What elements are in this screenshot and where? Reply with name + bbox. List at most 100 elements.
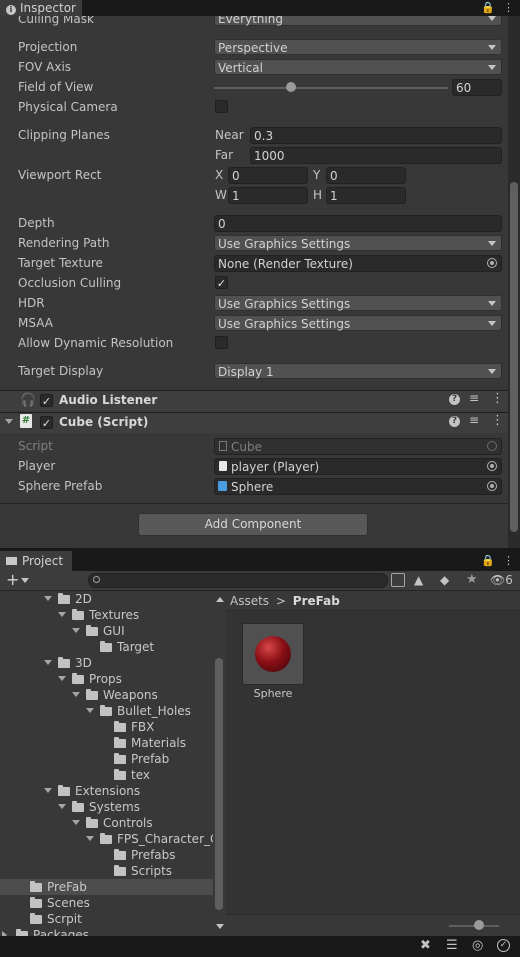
shapes-filter-icon[interactable]: ▲ [414,573,423,587]
fov-slider-knob[interactable] [286,82,297,92]
status-bug-icon[interactable]: ✖ [420,938,431,953]
search-input[interactable] [88,573,388,588]
foldout-expanded-icon[interactable] [58,804,66,809]
allow-dynamic-resolution-checkbox[interactable] [215,336,228,349]
tree-item[interactable]: Textures [0,607,213,623]
tree-item[interactable]: Systems [0,799,213,815]
tree-item[interactable]: Materials [0,735,213,751]
fov-axis-dropdown[interactable]: Vertical [214,59,502,75]
cube-script-foldout-icon[interactable] [5,419,13,424]
fov-value-field[interactable]: 60 [452,79,502,96]
project-lock-icon[interactable]: 🔒 [481,554,495,567]
lock-icon-front[interactable]: 🔒 [481,1,495,14]
tree-item[interactable]: tex [0,767,213,783]
target-display-label: Target Display [18,364,104,378]
tab-inspector-front[interactable]: i Inspector [0,0,82,16]
breadcrumb-assets[interactable]: Assets [230,594,269,608]
create-dropdown-arrow[interactable] [21,578,29,583]
foldout-expanded-icon[interactable] [86,708,94,713]
project-kebab-icon[interactable]: ⋮ [503,554,514,567]
tree-item[interactable]: Extensions [0,783,213,799]
occlusion-culling-checkbox[interactable]: ✓ [215,276,228,290]
foldout-expanded-icon[interactable] [44,660,52,665]
tree-item[interactable]: Props [0,671,213,687]
tree-item[interactable]: Packages [0,927,213,936]
projection-dropdown[interactable]: Perspective [214,39,502,55]
tree-item[interactable]: FPS_Character_C [0,831,213,847]
sphere-prefab-picker-icon[interactable] [487,481,497,491]
player-field[interactable]: player (Player) [214,458,502,475]
hidden-packages-toggle[interactable]: 👁6 [490,572,513,588]
inspector-scrollbar-thumb[interactable] [510,182,518,532]
zoom-slider-knob[interactable] [474,920,484,930]
foldout-expanded-icon[interactable] [44,788,52,793]
create-plus-icon[interactable]: + [6,571,19,589]
tree-item[interactable]: Scenes [0,895,213,911]
tree-scroll-up-arrow[interactable] [216,597,224,602]
tree-scrollbar-thumb[interactable] [215,658,223,910]
help-icon-2[interactable]: ? [449,416,460,427]
label-tag-icon[interactable]: ◆ [440,573,449,587]
kebab-menu-icon-front[interactable]: ⋮ [503,1,514,14]
component-menu-icon[interactable]: ⋮ [491,391,504,406]
viewport-y-field[interactable]: 0 [326,167,406,184]
favorites-star-icon[interactable]: ★ [466,572,478,587]
player-field-value: player (Player) [231,460,320,474]
folder-icon [58,785,70,796]
search-by-type-icon[interactable] [391,573,405,587]
tree-item[interactable]: 2D [0,591,213,607]
foldout-expanded-icon[interactable] [58,676,66,681]
target-texture-field[interactable]: None (Render Texture) [214,255,502,272]
tree-item[interactable]: PreFab [0,879,213,895]
audio-listener-enable-checkbox[interactable]: ✓ [40,394,53,408]
target-display-dropdown[interactable]: Display 1 [214,363,502,379]
breadcrumb-prefab[interactable]: PreFab [293,594,340,608]
tree-item[interactable]: Target [0,639,213,655]
tree-item[interactable]: 3D [0,655,213,671]
foldout-expanded-icon[interactable] [58,612,66,617]
tree-scroll-down-arrow[interactable] [216,924,224,929]
status-check-icon[interactable]: ✓ [497,939,510,952]
near-field[interactable]: 0.3 [250,127,502,144]
foldout-expanded-icon[interactable] [72,692,80,697]
foldout-expanded-icon[interactable] [72,628,80,633]
tree-item[interactable]: Bullet_Holes [0,703,213,719]
rendering-path-label: Rendering Path [18,236,110,250]
asset-sphere[interactable]: Sphere [242,623,304,703]
msaa-dropdown[interactable]: Use Graphics Settings [214,315,502,331]
tree-item[interactable]: Scripts [0,863,213,879]
preset-sliders-icon[interactable]: ≡ [469,391,479,405]
tree-item[interactable]: Weapons [0,687,213,703]
tree-item[interactable]: Controls [0,815,213,831]
viewport-w-field[interactable]: 1 [228,187,308,204]
preset-sliders-icon-2[interactable]: ≡ [469,413,479,427]
cube-script-enable-checkbox[interactable]: ✓ [40,416,53,430]
prefab-cube-icon [218,481,227,491]
tree-item[interactable]: GUI [0,623,213,639]
foldout-expanded-icon[interactable] [86,836,94,841]
add-component-button[interactable]: Add Component [138,513,368,536]
help-icon[interactable]: ? [449,394,460,405]
tree-item-label: Extensions [75,784,141,798]
viewport-h-field[interactable]: 1 [326,187,406,204]
player-picker-icon[interactable] [487,461,497,471]
physical-camera-checkbox[interactable] [215,100,228,113]
tree-item[interactable]: FBX [0,719,213,735]
tree-item[interactable]: Scrpit [0,911,213,927]
hdr-dropdown[interactable]: Use Graphics Settings [214,295,502,311]
tree-item[interactable]: Prefabs [0,847,213,863]
viewport-x-field[interactable]: 0 [228,167,308,184]
rendering-path-dropdown[interactable]: Use Graphics Settings [214,235,502,251]
status-network-icon[interactable]: ◎ [472,938,483,953]
target-texture-picker-icon[interactable] [487,258,497,268]
tab-project[interactable]: Project [0,551,72,571]
far-field[interactable]: 1000 [250,147,502,164]
tree-item[interactable]: Prefab [0,751,213,767]
depth-field[interactable]: 0 [214,215,502,232]
status-cache-icon[interactable]: ☰ [446,938,458,953]
sphere-prefab-field[interactable]: Sphere [214,478,502,495]
fov-slider-track[interactable] [214,87,448,89]
foldout-expanded-icon[interactable] [72,820,80,825]
component-menu-icon-2[interactable]: ⋮ [491,413,504,428]
foldout-expanded-icon[interactable] [44,596,52,601]
